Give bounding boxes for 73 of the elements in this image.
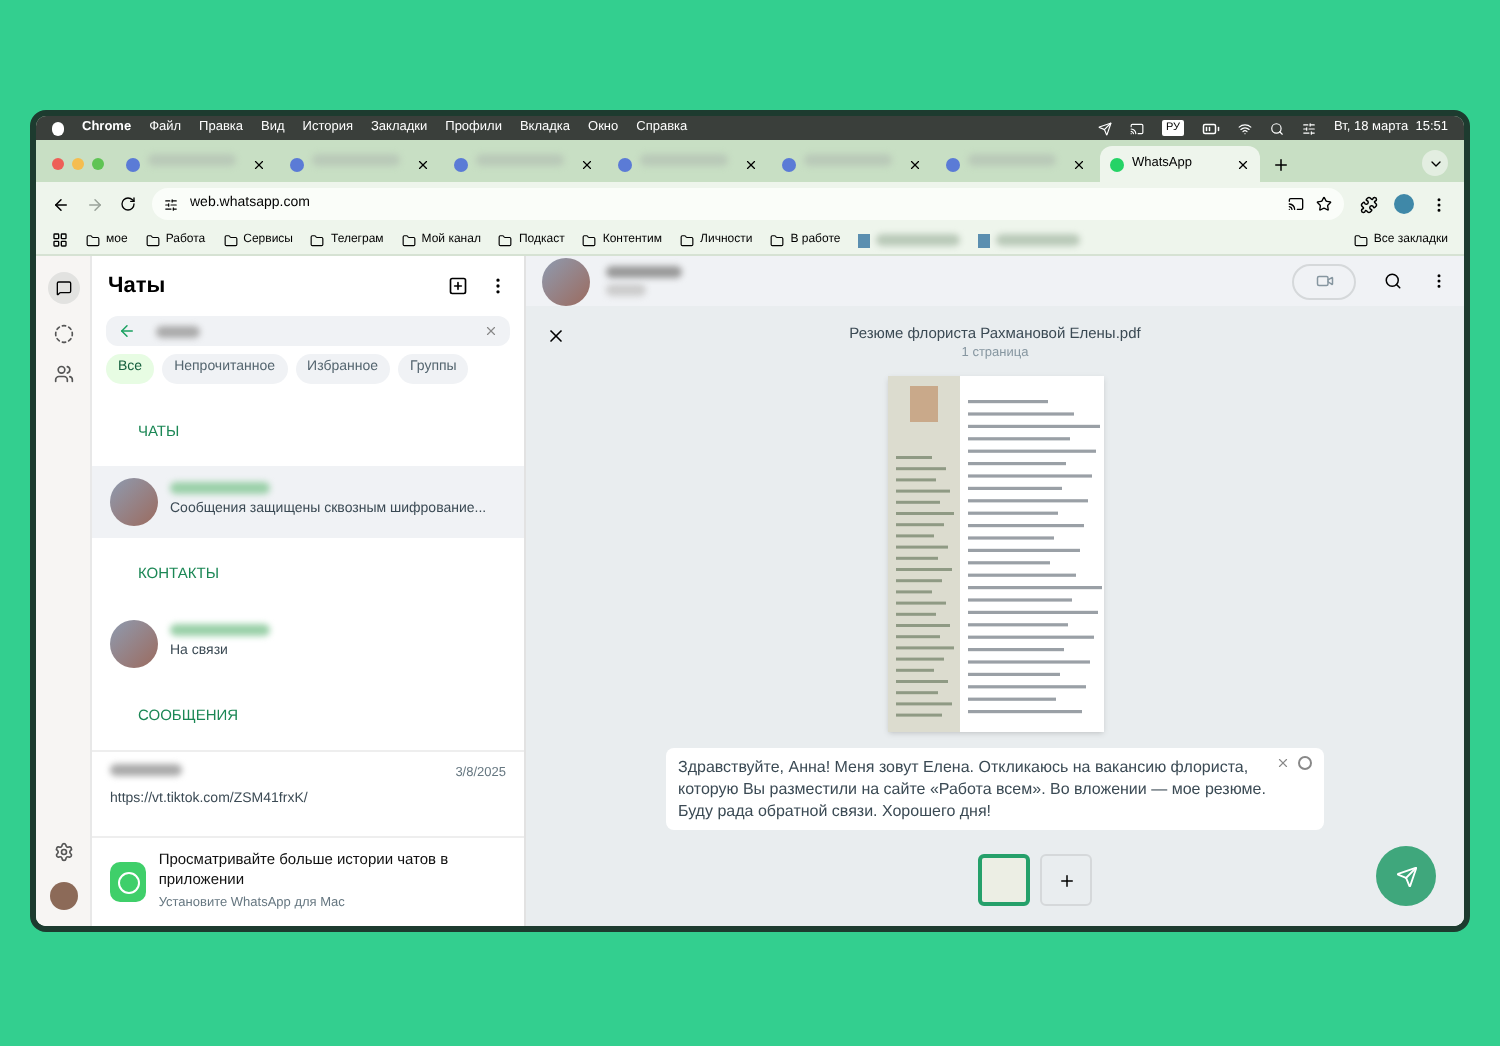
whatsapp-icon [1110, 157, 1124, 171]
back-icon[interactable] [52, 195, 70, 213]
control-center-icon[interactable] [1302, 121, 1317, 135]
folder-icon [401, 233, 416, 247]
blurred-text [156, 326, 200, 338]
wifi-icon[interactable] [1238, 121, 1253, 135]
close-icon[interactable] [546, 326, 566, 346]
emoji-icon[interactable] [1298, 756, 1312, 770]
close-tab-icon[interactable] [1236, 157, 1250, 171]
chat-icon [55, 280, 71, 296]
new-tab-icon[interactable] [1272, 156, 1290, 174]
site-icon [454, 157, 468, 171]
close-tab-icon[interactable] [252, 157, 266, 171]
close-tab-icon[interactable] [744, 157, 758, 171]
bookmark-favicon-icon[interactable] [978, 233, 991, 247]
blurred-text [996, 234, 1081, 246]
caption-field[interactable]: Здравствуйте, Анна! Меня зовут Елена. Откликаюсь на вакансию флориста, которую Вы разместили на сайте «Работа всем». Во вложении — мое резюме. Буду рада обратной связи. Хорошего дня! [666, 748, 1324, 830]
close-tab-icon[interactable] [416, 157, 430, 171]
attachment-thumbnail[interactable] [978, 854, 1030, 906]
blurred-text [170, 482, 270, 494]
search-icon[interactable] [1384, 272, 1402, 290]
folder-icon [498, 233, 513, 247]
tab-list-button[interactable] [1422, 150, 1448, 176]
blurred-text [876, 234, 961, 246]
reload-icon[interactable] [120, 196, 136, 212]
screen-icon[interactable] [1129, 121, 1144, 135]
communities-icon[interactable] [53, 364, 73, 384]
battery-icon[interactable] [1202, 119, 1221, 137]
settings-icon[interactable] [53, 842, 73, 862]
folder-icon [1353, 233, 1368, 247]
close-tab-icon[interactable] [1072, 157, 1086, 171]
avatar [110, 477, 158, 526]
video-camera-icon [1315, 272, 1333, 290]
folder-icon [770, 233, 785, 247]
close-tab-icon[interactable] [580, 157, 594, 171]
folder-icon [86, 233, 100, 247]
search-field[interactable] [106, 315, 510, 345]
install-app-icon[interactable] [1288, 196, 1304, 212]
apps-icon[interactable] [52, 232, 68, 248]
bookmark-favicon-icon[interactable] [858, 233, 871, 247]
folder-icon [582, 233, 597, 247]
avatar [542, 257, 590, 305]
profile-avatar[interactable] [1394, 194, 1414, 214]
clear-icon[interactable] [1276, 756, 1290, 770]
send-button[interactable] [1376, 846, 1436, 906]
site-icon [946, 157, 960, 171]
folder-icon [310, 233, 325, 247]
clear-search-icon[interactable] [484, 323, 498, 337]
status-icon[interactable] [53, 324, 73, 344]
close-tab-icon[interactable] [908, 157, 922, 171]
blurred-text [110, 764, 182, 777]
extensions-icon[interactable] [1360, 195, 1378, 213]
plus-icon [1057, 871, 1075, 889]
site-info-icon[interactable] [164, 197, 178, 211]
send-icon [1395, 865, 1417, 887]
site-icon [782, 157, 796, 171]
blurred-text [170, 624, 270, 637]
site-icon [290, 157, 304, 171]
site-icon [126, 157, 140, 171]
blurred-text [606, 284, 646, 296]
blurred-text [606, 266, 682, 278]
whatsapp-logo-icon [110, 862, 147, 903]
profile-avatar[interactable] [49, 882, 77, 910]
panel-title: Чаты [108, 272, 168, 302]
avatar [110, 620, 158, 668]
caption-text: Здравствуйте, Анна! Меня зовут Елена. Откликаюсь на вакансию флориста, которую Вы разместили на сайте «Работа всем». Во вложении — мое резюме. Буду рада обратной связи. Хорошего дня! [678, 756, 1268, 822]
new-chat-icon[interactable] [448, 276, 468, 297]
bookmark-star-icon[interactable] [1316, 196, 1332, 212]
chats-nav-button[interactable] [47, 272, 79, 304]
folder-icon [680, 233, 695, 247]
folder-icon [145, 233, 160, 247]
folder-icon [223, 233, 238, 247]
site-icon [618, 157, 632, 171]
